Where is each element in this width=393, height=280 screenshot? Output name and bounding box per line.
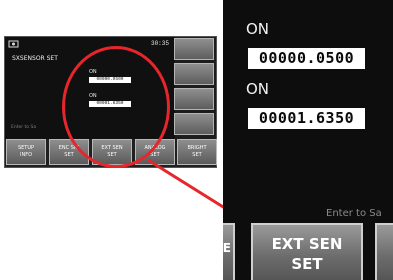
zoom-ext-sen-set-button[interactable]: EXT SEN SET bbox=[251, 223, 363, 280]
bright-set-button[interactable]: BRIGHT SET bbox=[177, 139, 217, 165]
zoom-sensor-2-state: ON bbox=[246, 80, 270, 98]
bright-set-label: BRIGHT SET bbox=[187, 145, 207, 158]
side-softkey-1[interactable] bbox=[174, 38, 214, 60]
gear-icon bbox=[8, 40, 19, 48]
screen-title: SXSENSOR SET bbox=[12, 55, 58, 62]
setup-info-button[interactable]: SETUP INFO bbox=[6, 139, 46, 165]
zoom-sensor-1-value-field[interactable]: 00000.0500 bbox=[248, 48, 365, 69]
setup-info-label: SETUP INFO bbox=[17, 145, 35, 158]
page-indicator: 30:35 bbox=[150, 40, 169, 47]
zoom-status-hint: Enter to Sa bbox=[326, 208, 382, 219]
highlight-ring bbox=[62, 46, 170, 168]
zoom-sensor-2-value-field[interactable]: 00001.6350 bbox=[248, 108, 365, 129]
zoom-sensor-1-state: ON bbox=[246, 20, 270, 38]
side-softkey-3[interactable] bbox=[174, 88, 214, 110]
zoom-enc-sig-set-button[interactable]: E bbox=[223, 223, 235, 280]
zoom-ext-sen-line2: SET bbox=[291, 255, 323, 273]
status-hint: Enter to Sa bbox=[11, 125, 37, 130]
zoom-left-button-edge-glyph: E bbox=[223, 241, 231, 255]
zoom-analog-set-button[interactable] bbox=[375, 223, 393, 280]
zoom-ext-sen-line1: EXT SEN bbox=[271, 235, 343, 253]
zoomed-panel: ON 00000.0500 ON 00001.6350 Enter to Sa … bbox=[223, 0, 393, 280]
side-softkey-2[interactable] bbox=[174, 63, 214, 85]
side-softkey-4[interactable] bbox=[174, 113, 214, 135]
